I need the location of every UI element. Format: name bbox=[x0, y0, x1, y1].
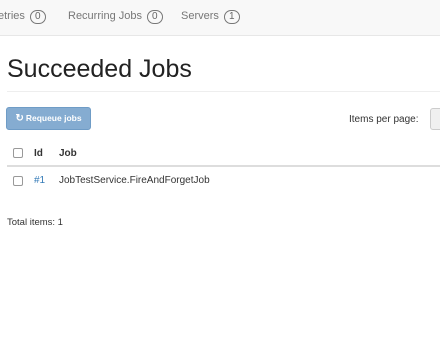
column-header-id: Id bbox=[34, 148, 43, 159]
row-select-checkbox[interactable] bbox=[13, 176, 23, 186]
nav-item-retries[interactable]: etries 0 bbox=[0, 10, 46, 24]
nav-item-recurring-jobs-count-badge: 0 bbox=[147, 10, 163, 24]
total-items-count: Total items: 1 bbox=[7, 217, 63, 228]
nav-item-servers-label: Servers bbox=[181, 10, 219, 22]
job-id-link[interactable]: #1 bbox=[34, 175, 45, 186]
items-per-page-selector[interactable] bbox=[430, 108, 440, 130]
nav-item-servers-count-badge: 1 bbox=[223, 10, 240, 24]
nav-item-recurring-jobs[interactable]: Recurring Jobs 0 bbox=[68, 10, 163, 24]
requeue-jobs-label: Requeue jobs bbox=[25, 113, 82, 123]
nav-item-servers[interactable]: Servers 1 bbox=[181, 10, 240, 24]
title-divider bbox=[7, 91, 440, 92]
nav-item-retries-count-badge: 0 bbox=[29, 10, 46, 24]
select-all-checkbox[interactable] bbox=[13, 148, 23, 158]
top-navbar: etries 0 Recurring Jobs 0 Servers 1 bbox=[0, 0, 440, 36]
nav-item-recurring-jobs-label: Recurring Jobs bbox=[68, 10, 142, 22]
table-header-divider bbox=[7, 165, 440, 167]
requeue-jobs-button[interactable]: ↻ Requeue jobs bbox=[6, 107, 91, 130]
items-per-page-label: Items per page: bbox=[349, 114, 419, 125]
job-name-link[interactable]: JobTestService.FireAndForgetJob bbox=[59, 175, 210, 186]
nav-item-retries-label: etries bbox=[0, 10, 25, 22]
refresh-icon: ↻ bbox=[15, 113, 24, 124]
column-header-job: Job bbox=[59, 148, 77, 159]
page-title: Succeeded Jobs bbox=[7, 55, 192, 83]
